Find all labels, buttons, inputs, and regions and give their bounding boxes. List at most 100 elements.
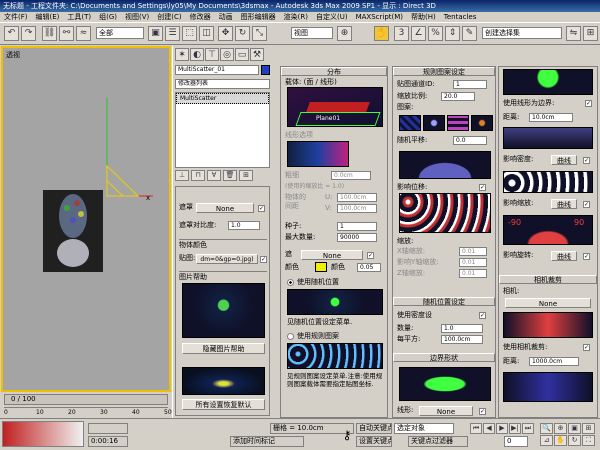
- menu-item-4[interactable]: 视图(V): [121, 12, 153, 23]
- edit-named-selection-icon[interactable]: ✎: [462, 26, 477, 41]
- per-unit-spinner[interactable]: 100.0cm: [441, 335, 483, 344]
- camera-clip-header[interactable]: 相机裁剪: [499, 275, 597, 284]
- bind-spacewarp-icon[interactable]: ≈: [76, 26, 91, 41]
- use-density-checkbox[interactable]: [479, 312, 486, 319]
- make-unique-icon[interactable]: ∀: [207, 170, 221, 181]
- perspective-viewport[interactable]: 透视 x: [1, 46, 171, 392]
- modifier-stack[interactable]: MultiScatter: [175, 92, 270, 168]
- pattern-settings-header[interactable]: 规则图案设定: [393, 67, 495, 76]
- object-color-map-button[interactable]: dm=0&gp=0.jpg): [196, 254, 258, 264]
- reference-coord-select[interactable]: 视图: [291, 27, 333, 39]
- zoom-icon[interactable]: 🔍: [540, 423, 553, 434]
- v-spinner[interactable]: 100.0cm: [337, 204, 377, 213]
- prev-frame-icon[interactable]: ◀: [483, 423, 495, 434]
- random-position-radio[interactable]: [287, 279, 294, 286]
- scale-spinner[interactable]: 20.0: [441, 92, 475, 101]
- orbit-icon[interactable]: ↻: [568, 435, 581, 446]
- distribution-header[interactable]: 分布: [281, 67, 387, 76]
- map-checkbox[interactable]: [260, 256, 267, 263]
- hide-help-button[interactable]: 隐藏图片帮助: [182, 343, 265, 354]
- reset-all-button[interactable]: 所有设置恢复默认: [182, 399, 265, 410]
- select-scale-icon[interactable]: ⤡: [252, 26, 267, 41]
- pin-stack-icon[interactable]: ⊥: [175, 170, 189, 181]
- u-spinner[interactable]: 100.0cm: [337, 193, 377, 202]
- undo-icon[interactable]: ↶: [4, 26, 19, 41]
- select-rotate-icon[interactable]: ↻: [235, 26, 250, 41]
- time-slider[interactable]: 0 / 100: [4, 394, 168, 405]
- snap-toggle-icon[interactable]: 3: [394, 26, 409, 41]
- pan-icon[interactable]: ✋: [554, 435, 567, 446]
- select-by-name-icon[interactable]: ☰: [165, 26, 180, 41]
- boundary-header[interactable]: 边界形状: [393, 353, 495, 362]
- mask-ratio-spinner[interactable]: 1.0: [228, 221, 260, 230]
- pattern-swatch-1[interactable]: [399, 115, 421, 131]
- thickness-spinner[interactable]: 0.0cm: [331, 171, 371, 180]
- rotation-curve-button[interactable]: 曲线: [551, 251, 577, 261]
- menu-item-10[interactable]: 自定义(U): [312, 12, 352, 23]
- play-icon[interactable]: ▶: [496, 423, 508, 434]
- show-end-result-icon[interactable]: ⊓: [191, 170, 205, 181]
- distance-spinner[interactable]: 10.0cm: [529, 113, 573, 122]
- selection-filter-select[interactable]: 全部: [96, 27, 144, 39]
- selected-dropdown[interactable]: 选定对象: [394, 423, 454, 434]
- object-name-field[interactable]: MultiScatter_01: [175, 65, 259, 75]
- distance2-spinner[interactable]: 1000.0cm: [529, 357, 579, 366]
- menu-item-7[interactable]: 动画: [215, 12, 237, 23]
- mirror-icon[interactable]: ⇋: [566, 26, 581, 41]
- random-position-header[interactable]: 随机位置设定: [393, 297, 495, 306]
- next-frame-icon[interactable]: ▶|: [509, 423, 521, 434]
- menu-item-3[interactable]: 组(G): [95, 12, 121, 23]
- shape-checkbox[interactable]: [479, 408, 486, 415]
- menu-item-11[interactable]: MAXScript(M): [352, 12, 407, 23]
- link-icon[interactable]: ⛓: [42, 26, 57, 41]
- motion-tab-icon[interactable]: ◎: [220, 48, 234, 61]
- use-camera-clip-checkbox[interactable]: [583, 344, 590, 351]
- select-move-icon[interactable]: ✥: [218, 26, 233, 41]
- hierarchy-tab-icon[interactable]: ⊤: [205, 48, 219, 61]
- menu-item-0[interactable]: 文件(F): [0, 12, 32, 23]
- menu-item-5[interactable]: 创建(C): [153, 12, 185, 23]
- seed-spinner[interactable]: 1: [337, 222, 377, 231]
- utilities-tab-icon[interactable]: ⚒: [250, 48, 264, 61]
- set-key-button[interactable]: 设置关键点: [356, 436, 392, 447]
- zoom-all-icon[interactable]: ⊕: [554, 423, 567, 434]
- named-selection-set-select[interactable]: 创建选择集: [482, 27, 562, 39]
- pivot-center-icon[interactable]: ⊕: [337, 26, 352, 41]
- select-object-icon[interactable]: ▣: [148, 26, 163, 41]
- color-spinner[interactable]: 0.05: [357, 263, 381, 272]
- distribution-map-button[interactable]: None: [196, 203, 254, 213]
- select-manipulate-icon[interactable]: ✋: [374, 26, 389, 41]
- distribution-checkbox[interactable]: [258, 205, 265, 212]
- affect-rotation-checkbox[interactable]: [583, 253, 590, 260]
- count-spinner[interactable]: 1.0: [441, 324, 483, 333]
- max-count-spinner[interactable]: 90000: [337, 233, 377, 242]
- align-icon[interactable]: ⊞: [583, 26, 598, 41]
- y-scale-spinner[interactable]: 0.01: [459, 258, 487, 267]
- fov-icon[interactable]: ⊿: [540, 435, 553, 446]
- unlink-icon[interactable]: ⚯: [59, 26, 74, 41]
- dist-map-button[interactable]: None: [301, 250, 363, 260]
- menu-item-2[interactable]: 工具(T): [63, 12, 95, 23]
- angle-snap-icon[interactable]: ∠: [411, 26, 426, 41]
- carrier-object-button[interactable]: Plane01: [316, 114, 340, 123]
- menu-item-6[interactable]: 修改器: [186, 12, 215, 23]
- pattern-swatch-3[interactable]: [447, 115, 469, 131]
- use-pattern-radio[interactable]: [287, 333, 294, 340]
- affect-scale-checkbox[interactable]: [583, 201, 590, 208]
- configure-sets-icon[interactable]: ⊞: [239, 170, 253, 181]
- affect-density-checkbox[interactable]: [583, 157, 590, 164]
- key-icon[interactable]: ⚷: [340, 423, 354, 447]
- menu-item-13[interactable]: Tentacles: [440, 12, 481, 23]
- pattern-swatch-2[interactable]: [423, 115, 445, 131]
- modify-tab-icon[interactable]: ◐: [190, 48, 204, 61]
- window-crossing-icon[interactable]: ◫: [199, 26, 214, 41]
- map-channel-spinner[interactable]: 1: [453, 80, 487, 89]
- selection-region-icon[interactable]: ⬚: [182, 26, 197, 41]
- maximize-viewport-icon[interactable]: ⛶: [582, 435, 595, 446]
- go-to-end-icon[interactable]: ⏭: [522, 423, 534, 434]
- x-scale-spinner[interactable]: 0.01: [459, 247, 487, 256]
- zoom-extents-all-icon[interactable]: ⊞: [582, 423, 595, 434]
- scale-curve-button[interactable]: 曲线: [551, 199, 577, 209]
- remove-modifier-icon[interactable]: 🗑: [223, 170, 237, 181]
- affect-position-checkbox[interactable]: [479, 184, 486, 191]
